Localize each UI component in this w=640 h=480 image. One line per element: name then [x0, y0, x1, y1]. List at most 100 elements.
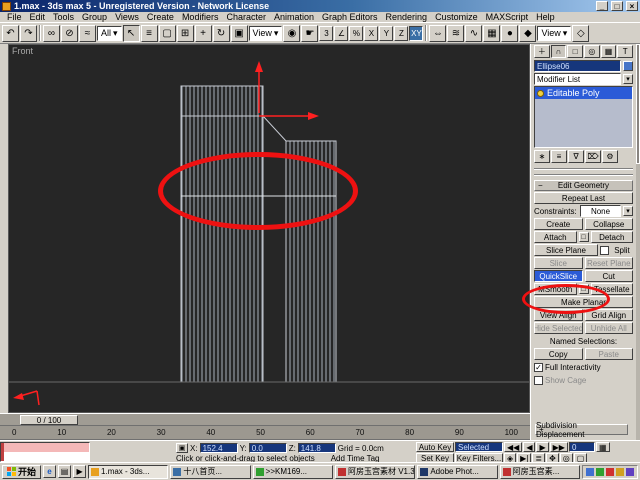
time-config-icon[interactable]: ▦	[595, 442, 610, 452]
hide-selected-button[interactable]: Hide Selected	[534, 322, 583, 334]
snap-toggle-icon[interactable]: 3	[319, 25, 334, 41]
taskbar-item-3dsmax[interactable]: 1.max - 3ds...	[88, 464, 169, 479]
bind-to-spacewarp-icon[interactable]: ≈	[79, 24, 96, 42]
previous-frame-icon[interactable]: ◀	[523, 442, 536, 452]
menu-maxscript[interactable]: MAXScript	[482, 12, 533, 22]
menu-create[interactable]: Create	[143, 12, 178, 22]
align-icon[interactable]: ≋	[447, 24, 465, 42]
modifier-stack[interactable]: Editable Poly	[534, 86, 633, 148]
select-and-link-icon[interactable]: ∞	[43, 24, 60, 42]
msmooth-button[interactable]: MSmooth	[534, 283, 577, 295]
show-cage-checkbox[interactable]	[534, 375, 543, 385]
z-coordinate-field[interactable]: 141.8	[297, 443, 336, 453]
crossing-select-icon[interactable]: ⊞	[176, 24, 194, 42]
tray-icon-1[interactable]	[585, 467, 594, 476]
taskbar-item-browser1[interactable]: 十八首页...	[170, 464, 251, 479]
tray-icon-5[interactable]	[625, 467, 634, 476]
close-button[interactable]: ×	[626, 1, 638, 11]
coord-system-dropdown[interactable]: View ▾	[248, 25, 283, 41]
region-select-icon[interactable]: ▢	[158, 24, 176, 42]
modifier-list-dropdown[interactable]: Modifier List	[534, 73, 621, 85]
render-scene-icon[interactable]: ◆	[519, 24, 537, 42]
lightbulb-icon[interactable]	[537, 89, 544, 97]
view-align-button[interactable]: View Align	[534, 309, 583, 321]
select-and-rotate-icon[interactable]: ↻	[212, 24, 230, 42]
chevron-down-icon[interactable]: ▾	[623, 206, 633, 216]
redo-icon[interactable]: ↷	[20, 24, 37, 42]
panel-scrollbar[interactable]	[636, 44, 640, 440]
menu-modifiers[interactable]: Modifiers	[178, 12, 223, 22]
select-by-name-icon[interactable]: ≡	[140, 24, 158, 42]
paste-button[interactable]: Paste	[584, 348, 633, 360]
collapse-button[interactable]: Collapse	[584, 218, 633, 230]
menu-views[interactable]: Views	[111, 12, 143, 22]
modify-tab-icon[interactable]: ∩	[550, 45, 567, 58]
msmooth-options-button[interactable]: □	[578, 284, 589, 294]
repeat-last-button[interactable]: Repeat Last	[534, 192, 633, 204]
minimize-button[interactable]: _	[596, 1, 608, 11]
go-to-start-icon[interactable]: ◀◀	[504, 442, 523, 452]
remove-modifier-icon[interactable]: ⌦	[585, 150, 601, 163]
attach-button[interactable]: Attach	[534, 231, 577, 243]
taskbar-item-material-v13[interactable]: 阿房玉宫素材 V1.3...	[335, 464, 416, 479]
render-type-dropdown[interactable]: View ▾	[537, 25, 572, 41]
tessellate-button[interactable]: Tessellate	[590, 283, 633, 295]
make-unique-icon[interactable]: ∇	[568, 150, 584, 163]
menu-group[interactable]: Group	[78, 12, 111, 22]
menu-character[interactable]: Character	[222, 12, 270, 22]
subdivision-displacement-rollout-header[interactable]: + Subdivision Displacement	[535, 421, 628, 439]
taskbar-item-photoshop[interactable]: Adobe Phot...	[417, 464, 498, 479]
edit-geometry-rollout-header[interactable]: − Edit Geometry	[534, 180, 633, 191]
quick-launch-desktop-icon[interactable]: ▤	[58, 465, 72, 478]
use-pivot-center-icon[interactable]: ◉	[283, 24, 301, 42]
schematic-view-icon[interactable]: ▦	[483, 24, 501, 42]
menu-graph-editors[interactable]: Graph Editors	[318, 12, 382, 22]
split-checkbox[interactable]	[600, 245, 609, 255]
listener-macro-pane[interactable]	[1, 443, 89, 452]
object-color-swatch[interactable]	[623, 61, 633, 71]
quickslice-button[interactable]: QuickSlice	[534, 270, 583, 282]
scrollbar-thumb[interactable]	[636, 44, 640, 164]
current-frame-field[interactable]: 0	[568, 442, 595, 452]
track-bar[interactable]: 0 10 20 30 40 50 60 70 80 90 100	[0, 426, 530, 440]
curve-editor-icon[interactable]: ∿	[465, 24, 483, 42]
maximize-button[interactable]: □	[611, 1, 623, 11]
constraint-xy-button[interactable]: XY	[409, 25, 424, 41]
x-coordinate-field[interactable]: 152.4	[199, 443, 238, 453]
quick-launch-media-icon[interactable]: ▶	[73, 465, 87, 478]
menu-help[interactable]: Help	[532, 12, 559, 22]
attach-options-button[interactable]: □	[578, 232, 589, 242]
create-tab-icon[interactable]: ＋	[534, 45, 550, 58]
selection-filter-dropdown[interactable]: All ▾	[97, 25, 122, 41]
configure-stack-icon[interactable]: ⚙	[602, 150, 618, 163]
lock-selection-toggle[interactable]: ▣	[176, 443, 188, 453]
taskbar-item-material2[interactable]: 阿房玉宫素...	[499, 464, 580, 479]
tray-icon-3[interactable]	[605, 467, 614, 476]
constraint-y-button[interactable]: Y	[379, 25, 394, 41]
menu-file[interactable]: File	[3, 12, 26, 22]
material-editor-icon[interactable]: ●	[501, 24, 519, 42]
object-name-field[interactable]: Ellipse06	[534, 60, 621, 72]
auto-key-button[interactable]: Auto Key	[416, 442, 454, 452]
mirror-icon[interactable]: ⇔	[429, 24, 447, 42]
select-and-scale-icon[interactable]: ▣	[230, 24, 248, 42]
make-planar-button[interactable]: Make Planar	[534, 296, 633, 308]
chevron-down-icon[interactable]: ▾	[623, 74, 633, 84]
cut-button[interactable]: Cut	[584, 270, 633, 282]
start-button[interactable]: 开始	[2, 464, 42, 479]
constraints-dropdown[interactable]: None	[580, 205, 621, 217]
utilities-tab-icon[interactable]: T	[617, 45, 634, 58]
slice-plane-button[interactable]: Slice Plane	[534, 244, 598, 256]
full-interactivity-checkbox[interactable]: ✓	[534, 362, 543, 372]
front-viewport[interactable]: Front	[8, 44, 530, 413]
quick-render-icon[interactable]: ◇	[572, 24, 590, 42]
pin-stack-icon[interactable]: ∗	[534, 150, 550, 163]
stack-item-editable-poly[interactable]: Editable Poly	[535, 87, 632, 99]
go-to-end-icon[interactable]: ▶▶	[549, 442, 568, 452]
tray-icon-2[interactable]	[595, 467, 604, 476]
copy-button[interactable]: Copy	[534, 348, 583, 360]
constraint-z-button[interactable]: Z	[394, 25, 409, 41]
maxscript-mini-listener[interactable]	[0, 442, 90, 462]
slice-button[interactable]: Slice	[534, 257, 583, 269]
y-coordinate-field[interactable]: 0.0	[248, 443, 287, 453]
